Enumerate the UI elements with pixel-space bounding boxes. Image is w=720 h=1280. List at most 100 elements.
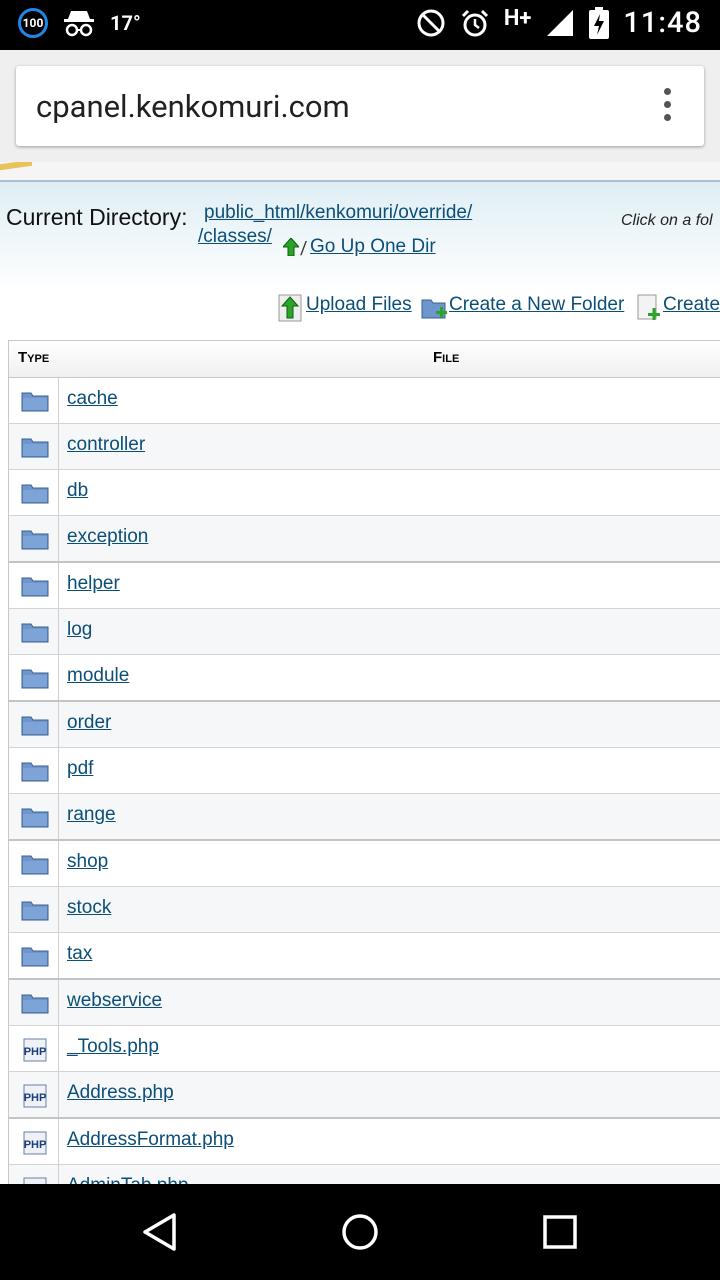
table-row[interactable]: PHP AddressFormat.php [8, 1119, 720, 1165]
type-cell [9, 563, 59, 608]
type-cell [9, 980, 59, 1025]
system-navigation-bar [0, 1184, 720, 1280]
type-cell [9, 841, 59, 886]
table-row[interactable]: cache [8, 378, 720, 424]
upload-icon[interactable] [278, 294, 302, 322]
folder-icon[interactable] [21, 714, 49, 736]
table-row[interactable]: exception [8, 516, 720, 563]
folder-link[interactable]: stock [67, 897, 111, 919]
type-cell [9, 794, 59, 839]
table-row[interactable]: PHP AdminTab.php [8, 1165, 720, 1184]
type-cell [9, 748, 59, 793]
folder-link[interactable]: db [67, 480, 88, 502]
path-link-override[interactable]: public_html/kenkomuri/override/ [204, 202, 472, 224]
create-new-folder-link[interactable]: Create a New Folder [449, 294, 624, 316]
type-cell [9, 933, 59, 978]
file-link[interactable]: Address.php [67, 1082, 174, 1104]
table-row[interactable]: db [8, 470, 720, 516]
folder-icon[interactable] [21, 853, 49, 875]
folder-icon[interactable] [21, 482, 49, 504]
folder-link[interactable]: exception [67, 526, 148, 548]
overflow-menu-icon[interactable] [664, 88, 672, 127]
folder-icon[interactable] [21, 992, 49, 1014]
new-file-icon[interactable] [636, 294, 662, 324]
web-content: Current Directory: public_html/kenkomuri… [0, 162, 720, 1184]
table-row[interactable]: helper [8, 563, 720, 609]
table-row[interactable]: stock [8, 887, 720, 933]
home-icon[interactable] [341, 1213, 379, 1251]
table-row[interactable]: PHP Address.php [8, 1072, 720, 1119]
column-header-type[interactable]: Type [18, 349, 49, 366]
type-cell: PHP [9, 1026, 59, 1071]
create-file-link[interactable]: Create [663, 294, 720, 316]
type-cell [9, 702, 59, 747]
folder-icon[interactable] [21, 621, 49, 643]
address-bar[interactable]: cpanel.kenkomuri.com [16, 66, 704, 146]
folder-icon[interactable] [21, 390, 49, 412]
folder-icon[interactable] [21, 806, 49, 828]
table-row[interactable]: shop [8, 841, 720, 887]
type-cell [9, 378, 59, 423]
recents-icon[interactable] [543, 1215, 577, 1249]
folder-icon[interactable] [21, 528, 49, 550]
table-row[interactable]: range [8, 794, 720, 841]
incognito-icon [64, 11, 94, 37]
folder-link[interactable]: controller [67, 434, 145, 456]
folder-link[interactable]: helper [67, 573, 120, 595]
table-header: Type File [8, 340, 720, 378]
folder-link[interactable]: tax [67, 943, 92, 965]
folder-link[interactable]: order [67, 712, 111, 734]
table-row[interactable]: log [8, 609, 720, 655]
folder-link[interactable]: range [67, 804, 116, 826]
folder-icon[interactable] [21, 667, 49, 689]
type-cell: PHP [9, 1072, 59, 1117]
type-cell [9, 887, 59, 932]
table-row[interactable]: order [8, 702, 720, 748]
type-cell [9, 424, 59, 469]
battery-charging-icon [589, 7, 610, 39]
column-header-file[interactable]: File [433, 349, 459, 366]
go-up-arrow-icon[interactable] [283, 238, 299, 256]
battery-saver-badge-icon: 100 [18, 8, 48, 38]
folder-icon[interactable] [21, 436, 49, 458]
folder-icon[interactable] [21, 575, 49, 597]
php-file-icon[interactable]: PHP [21, 1038, 47, 1062]
table-row[interactable]: PHP _Tools.php [8, 1026, 720, 1072]
table-row[interactable]: controller [8, 424, 720, 470]
click-hint-text: Click on a fol [621, 212, 713, 229]
folder-link[interactable]: shop [67, 851, 108, 873]
path-link-classes[interactable]: /classes/ [198, 226, 272, 248]
back-icon[interactable] [140, 1212, 180, 1252]
file-link[interactable]: AdminTab.php [67, 1175, 188, 1184]
table-row[interactable]: tax [8, 933, 720, 980]
browser-toolbar: cpanel.kenkomuri.com [0, 50, 720, 162]
file-link[interactable]: AddressFormat.php [67, 1129, 234, 1151]
folder-icon[interactable] [21, 760, 49, 782]
file-link[interactable]: _Tools.php [67, 1036, 159, 1058]
new-folder-icon[interactable] [421, 294, 449, 322]
folder-link[interactable]: cache [67, 388, 118, 410]
go-up-one-dir-link[interactable]: Go Up One Dir [310, 236, 436, 258]
folder-icon[interactable] [21, 899, 49, 921]
temperature: 17° [110, 11, 141, 35]
url-text[interactable]: cpanel.kenkomuri.com [36, 88, 350, 125]
folder-link[interactable]: webservice [67, 990, 162, 1012]
folder-icon[interactable] [21, 945, 49, 967]
path-separator: / [300, 238, 308, 259]
status-bar: 100 17° H+ 11:48 [0, 0, 720, 50]
php-file-icon[interactable]: PHP [21, 1131, 47, 1155]
php-file-icon[interactable]: PHP [21, 1084, 47, 1108]
network-type: H+ [503, 5, 532, 31]
folder-link[interactable]: pdf [67, 758, 93, 780]
type-cell [9, 516, 59, 561]
table-row[interactable]: pdf [8, 748, 720, 794]
php-file-icon[interactable]: PHP [21, 1177, 47, 1184]
type-cell [9, 609, 59, 654]
upload-files-link[interactable]: Upload Files [306, 294, 412, 316]
alarm-icon [461, 9, 488, 37]
table-row[interactable]: module [8, 655, 720, 702]
directory-panel: Current Directory: public_html/kenkomuri… [0, 182, 720, 352]
folder-link[interactable]: log [67, 619, 92, 641]
folder-link[interactable]: module [67, 665, 129, 687]
table-row[interactable]: webservice [8, 980, 720, 1026]
